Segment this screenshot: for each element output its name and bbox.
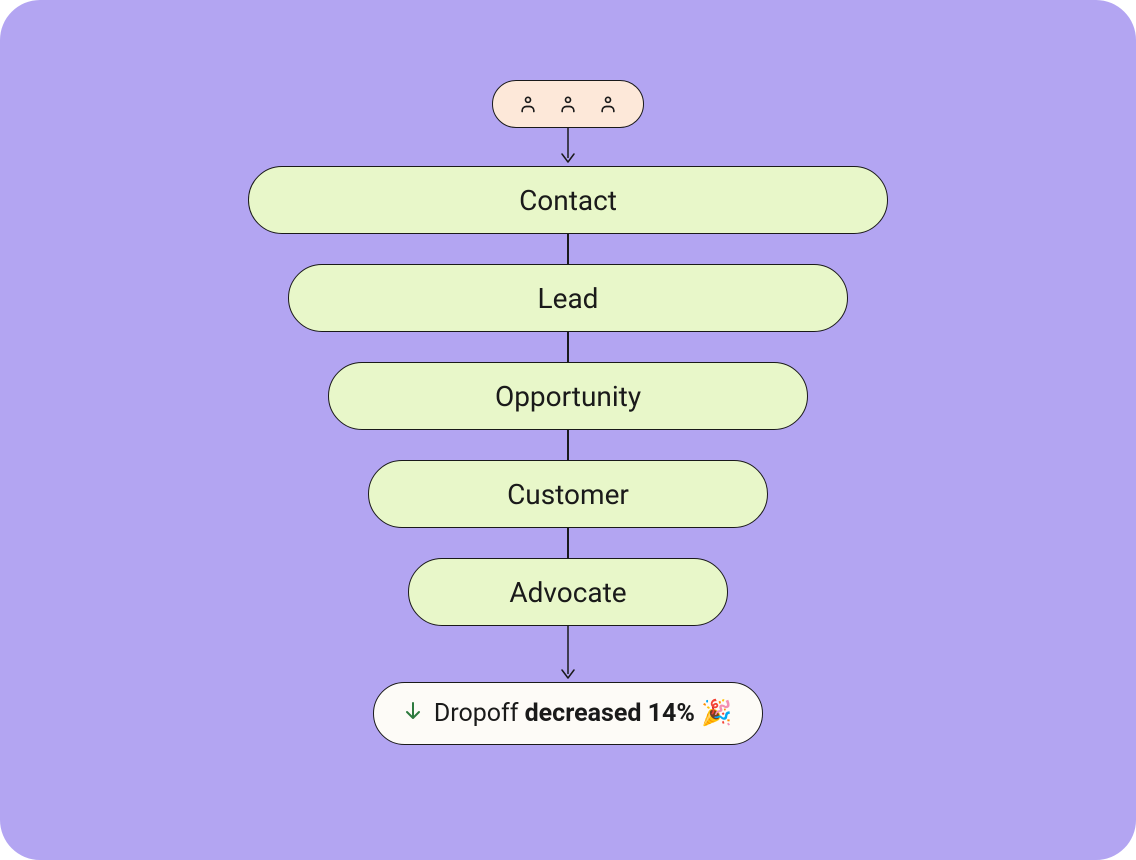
funnel: Contact Lead Opportunity Customer Advocate	[248, 166, 888, 626]
arrow-down-icon	[560, 626, 576, 682]
connector-line	[567, 332, 569, 362]
diagram-canvas: Contact Lead Opportunity Customer Advocate D…	[0, 0, 1136, 860]
person-icon	[557, 93, 579, 115]
funnel-stage: Opportunity	[328, 362, 808, 430]
result-pill: Dropoff decreased 14% 🎉	[373, 682, 763, 745]
funnel-stage: Customer	[368, 460, 768, 528]
result-bold: decreased 14%	[525, 699, 695, 728]
result-text: Dropoff decreased 14% 🎉	[434, 699, 732, 728]
funnel-stage: Contact	[248, 166, 888, 234]
people-pill	[492, 80, 644, 128]
result-prefix: Dropoff	[434, 699, 525, 728]
person-icon	[517, 93, 539, 115]
party-emoji: 🎉	[701, 699, 732, 728]
decrease-arrow-icon	[404, 699, 422, 728]
connector-line	[567, 430, 569, 460]
arrow-down-icon	[560, 128, 576, 166]
person-icon	[597, 93, 619, 115]
connector-line	[567, 528, 569, 558]
funnel-stage: Advocate	[408, 558, 728, 626]
funnel-stage: Lead	[288, 264, 848, 332]
connector-line	[567, 234, 569, 264]
